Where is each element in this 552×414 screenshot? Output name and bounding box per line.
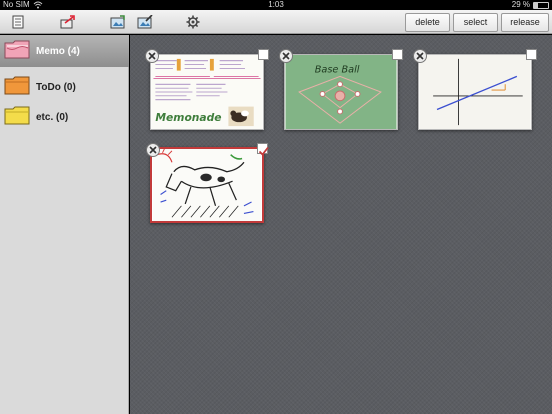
select-checkbox[interactable] xyxy=(526,49,537,60)
status-right: 29 % xyxy=(512,0,549,10)
orange-folder-icon xyxy=(4,75,30,100)
memo-title: Memonade xyxy=(155,111,221,124)
toolbar: delete select all release all xyxy=(0,10,552,44)
folder-item-etc[interactable]: etc. (0) xyxy=(0,101,129,133)
battery-text: 29 % xyxy=(511,0,530,9)
checkmark-icon xyxy=(258,146,269,156)
delete-memo-x-icon[interactable] xyxy=(279,49,293,63)
notebook-icon[interactable] xyxy=(10,14,26,30)
memo-thumbnail[interactable]: Memonade xyxy=(145,49,269,130)
folder-label: etc. (0) xyxy=(36,111,69,123)
memo-drawing xyxy=(419,55,531,129)
memo-drawing xyxy=(153,149,261,221)
folder-sidebar: Memo (4) ToDo (0) etc. (0) xyxy=(0,35,129,414)
folder-label: ToDo (0) xyxy=(36,81,76,93)
folder-item-todo[interactable]: ToDo (0) xyxy=(0,71,129,103)
yellow-folder-icon xyxy=(4,105,30,130)
clock-text: 1:03 xyxy=(268,0,284,9)
select-checkbox[interactable] xyxy=(392,49,403,60)
memo-title: Base Ball xyxy=(315,65,360,76)
battery-icon xyxy=(533,1,549,9)
select-all-button[interactable]: select all xyxy=(453,13,498,44)
select-checkbox-checked[interactable] xyxy=(257,143,269,156)
delete-memo-x-icon[interactable] xyxy=(145,49,159,63)
memo-thumbnail[interactable] xyxy=(413,49,537,130)
delete-memo-x-icon[interactable] xyxy=(413,49,427,63)
select-checkbox[interactable] xyxy=(258,49,269,60)
edit-image-icon[interactable] xyxy=(137,14,153,30)
memo-thumbnail[interactable]: Base Ball xyxy=(279,49,403,130)
folder-item-memo[interactable]: Memo (4) xyxy=(0,35,129,67)
delete-memo-x-icon[interactable] xyxy=(146,143,160,157)
share-icon[interactable] xyxy=(60,14,76,30)
memo-drawing: Memonade xyxy=(151,55,263,129)
delete-button[interactable]: delete xyxy=(405,13,450,32)
pink-folder-icon xyxy=(4,39,30,64)
folder-label: Memo (4) xyxy=(36,45,80,57)
memo-drawing: Base Ball xyxy=(285,55,397,129)
settings-gear-icon[interactable] xyxy=(185,14,201,30)
status-bar: No SIM 1:03 29 % xyxy=(0,0,552,10)
import-image-icon[interactable] xyxy=(110,14,126,30)
release-all-button[interactable]: release all xyxy=(501,13,549,44)
memo-thumbnail[interactable] xyxy=(146,143,269,223)
memo-grid: Memonade Base Ball xyxy=(130,35,552,414)
